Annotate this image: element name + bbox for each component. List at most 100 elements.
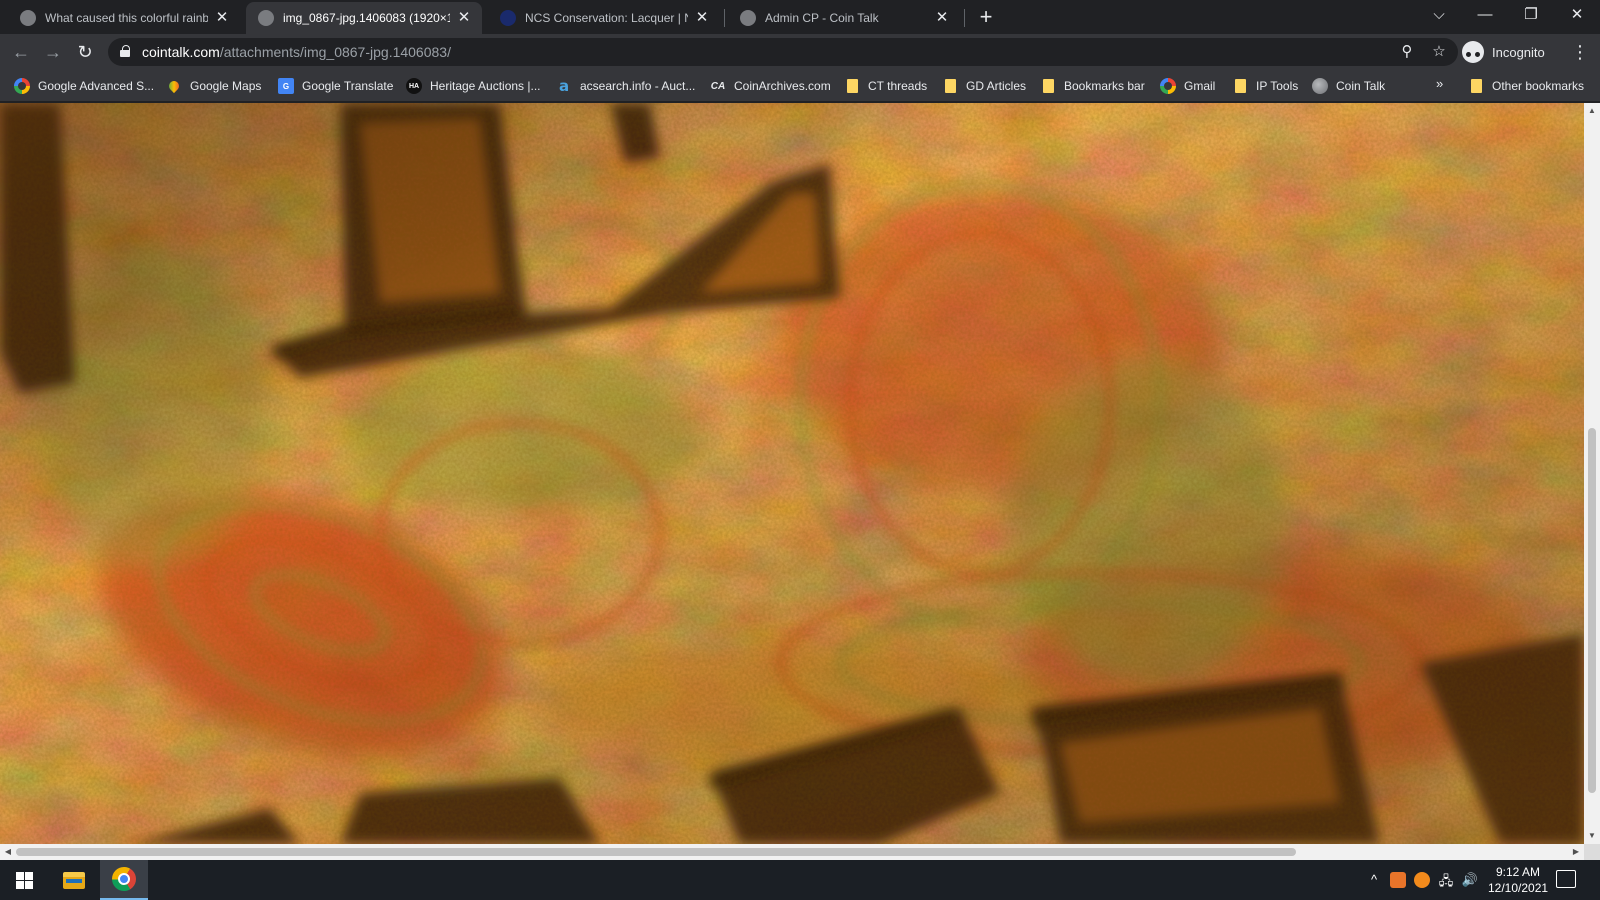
tab-3[interactable]: NCS Conservation: Lacquer | NGC ✕ <box>488 2 720 34</box>
folder-icon <box>944 78 956 94</box>
action-center-icon[interactable] <box>1556 870 1576 888</box>
new-tab-button[interactable]: + <box>974 6 998 30</box>
zoom-icon[interactable]: ⚲ <box>1396 41 1418 63</box>
bookmark-label: IP Tools <box>1256 79 1299 93</box>
volume-icon[interactable]: 🔊 <box>1460 872 1480 888</box>
system-clock[interactable]: 9:12 AM 12/10/2021 <box>1488 864 1548 896</box>
scroll-right-arrow-icon[interactable]: ▶ <box>1568 844 1584 860</box>
reload-button[interactable]: ↻ <box>70 37 100 67</box>
address-bar[interactable]: cointalk.com/attachments/img_0867-jpg.14… <box>108 38 1458 66</box>
back-button[interactable]: ← <box>6 37 36 67</box>
minimize-button[interactable]: — <box>1462 0 1508 32</box>
scroll-left-arrow-icon[interactable]: ◀ <box>0 844 16 860</box>
taskbar: ^ 🖧 🔊 9:12 AM 12/10/2021 <box>0 860 1600 900</box>
bookmarks-overflow-button[interactable]: » <box>1436 76 1443 91</box>
toolbar: ← → ↻ cointalk.com/attachments/img_0867-… <box>0 34 1600 70</box>
horizontal-scroll-thumb[interactable] <box>16 848 1296 856</box>
tab-close-icon[interactable]: ✕ <box>694 10 710 26</box>
bookmark-star-icon[interactable]: ☆ <box>1428 41 1450 63</box>
image-viewport[interactable] <box>0 103 1584 844</box>
coin-talk-favicon-icon <box>258 10 274 26</box>
url-path: /attachments/img_0867-jpg.1406083/ <box>219 44 451 60</box>
clock-date: 12/10/2021 <box>1488 881 1549 895</box>
ngc-favicon-icon <box>500 10 516 26</box>
bookmark-google-advanced-search[interactable]: Google Advanced S... <box>14 77 154 95</box>
bookmark-folder-ip-tools[interactable]: IP Tools <box>1234 77 1298 95</box>
scroll-up-arrow-icon[interactable]: ▲ <box>1584 103 1600 119</box>
bookmarks-bar: Google Advanced S... Google Maps G Googl… <box>0 70 1600 102</box>
tab-search-button[interactable]: ⌵ <box>1416 0 1462 32</box>
bookmark-google-maps[interactable]: Google Maps <box>166 77 261 95</box>
coin-talk-favicon-icon <box>1312 78 1328 94</box>
acsearch-icon: a <box>558 77 570 95</box>
chrome-icon <box>112 867 136 891</box>
tab-1[interactable]: What caused this colorful rainbow ✕ <box>8 2 240 34</box>
tray-vlc-icon[interactable] <box>1414 872 1430 888</box>
horizontal-scrollbar[interactable]: ◀ ▶ <box>0 844 1584 860</box>
folder-icon <box>1234 78 1246 94</box>
tray-chevron-icon[interactable]: ^ <box>1366 872 1382 887</box>
maps-pin-icon <box>166 78 182 94</box>
bookmark-google-translate[interactable]: G Google Translate <box>278 77 393 95</box>
other-bookmarks-folder[interactable]: Other bookmarks <box>1470 77 1584 95</box>
tray-app-icon[interactable] <box>1390 872 1406 888</box>
bookmark-label: GD Articles <box>966 79 1027 93</box>
tab-close-icon[interactable]: ✕ <box>214 10 230 26</box>
tab-separator <box>964 9 965 27</box>
bookmark-gmail[interactable]: Gmail <box>1160 77 1215 95</box>
network-icon[interactable]: 🖧 <box>1436 872 1456 894</box>
bookmark-coinarchives[interactable]: CA CoinArchives.com <box>710 77 831 95</box>
tab-4[interactable]: Admin CP - Coin Talk ✕ <box>728 2 960 34</box>
close-window-button[interactable]: ✕ <box>1554 0 1600 32</box>
scrollbar-corner <box>1584 844 1600 860</box>
bookmark-label: Google Advanced S... <box>38 79 155 93</box>
bookmark-label: Gmail <box>1184 79 1216 93</box>
bookmark-label: Google Translate <box>302 79 394 93</box>
heritage-auctions-icon: HA <box>406 78 422 94</box>
clock-time: 9:12 AM <box>1495 865 1541 879</box>
file-explorer-taskbar-button[interactable] <box>50 860 98 900</box>
chrome-taskbar-button[interactable] <box>100 860 148 900</box>
tab-title: What caused this colorful rainbow <box>45 11 208 25</box>
url-text[interactable]: cointalk.com/attachments/img_0867-jpg.14… <box>142 44 451 60</box>
translate-icon: G <box>278 78 294 94</box>
browser-menu-button[interactable]: ⋮ <box>1568 37 1592 67</box>
bookmark-label: CoinArchives.com <box>734 79 831 93</box>
bookmark-heritage-auctions[interactable]: HA Heritage Auctions |... <box>406 77 541 95</box>
bookmark-label: Heritage Auctions |... <box>430 79 541 93</box>
coinarchives-icon: CA <box>710 80 726 92</box>
bookmark-label: Other bookmarks <box>1492 79 1585 93</box>
bookmark-label: Google Maps <box>190 79 262 93</box>
tab-title: img_0867-jpg.1406083 (1920×14 <box>283 11 450 25</box>
bookmark-folder-ct-threads[interactable]: CT threads <box>846 77 927 95</box>
folder-icon <box>846 78 858 94</box>
windows-start-button[interactable] <box>6 868 40 892</box>
bookmark-label: CT threads <box>868 79 928 93</box>
lock-icon[interactable] <box>120 45 130 58</box>
bookmark-acsearch[interactable]: a acsearch.info - Auct... <box>556 77 695 95</box>
tab-strip: What caused this colorful rainbow ✕ img_… <box>0 0 1600 34</box>
tab-close-icon[interactable]: ✕ <box>934 10 950 26</box>
incognito-label: Incognito <box>1492 44 1545 60</box>
bookmark-folder-bookmarks-bar[interactable]: Bookmarks bar <box>1042 77 1145 95</box>
vertical-scrollbar[interactable]: ▲ ▼ <box>1584 103 1600 844</box>
incognito-profile-button[interactable]: Incognito <box>1462 39 1545 65</box>
restore-button[interactable]: ❐ <box>1508 0 1554 32</box>
scroll-down-arrow-icon[interactable]: ▼ <box>1584 828 1600 844</box>
tab-close-icon[interactable]: ✕ <box>456 10 472 26</box>
coin-closeup-image <box>0 103 1584 844</box>
google-icon <box>14 78 30 94</box>
gmail-icon <box>1160 78 1176 94</box>
bookmark-folder-gd-articles[interactable]: GD Articles <box>944 77 1026 95</box>
folder-icon <box>1470 78 1482 94</box>
tab-title: Admin CP - Coin Talk <box>765 11 879 25</box>
bookmark-label: Bookmarks bar <box>1064 79 1145 93</box>
coin-talk-favicon-icon <box>20 10 36 26</box>
vertical-scroll-thumb[interactable] <box>1588 428 1596 793</box>
coin-talk-favicon-icon <box>740 10 756 26</box>
forward-button[interactable]: → <box>38 37 68 67</box>
tab-2[interactable]: img_0867-jpg.1406083 (1920×14 ✕ <box>246 2 482 34</box>
bookmark-label: acsearch.info - Auct... <box>580 79 696 93</box>
tab-separator <box>724 9 725 27</box>
bookmark-coin-talk[interactable]: Coin Talk <box>1312 77 1385 95</box>
